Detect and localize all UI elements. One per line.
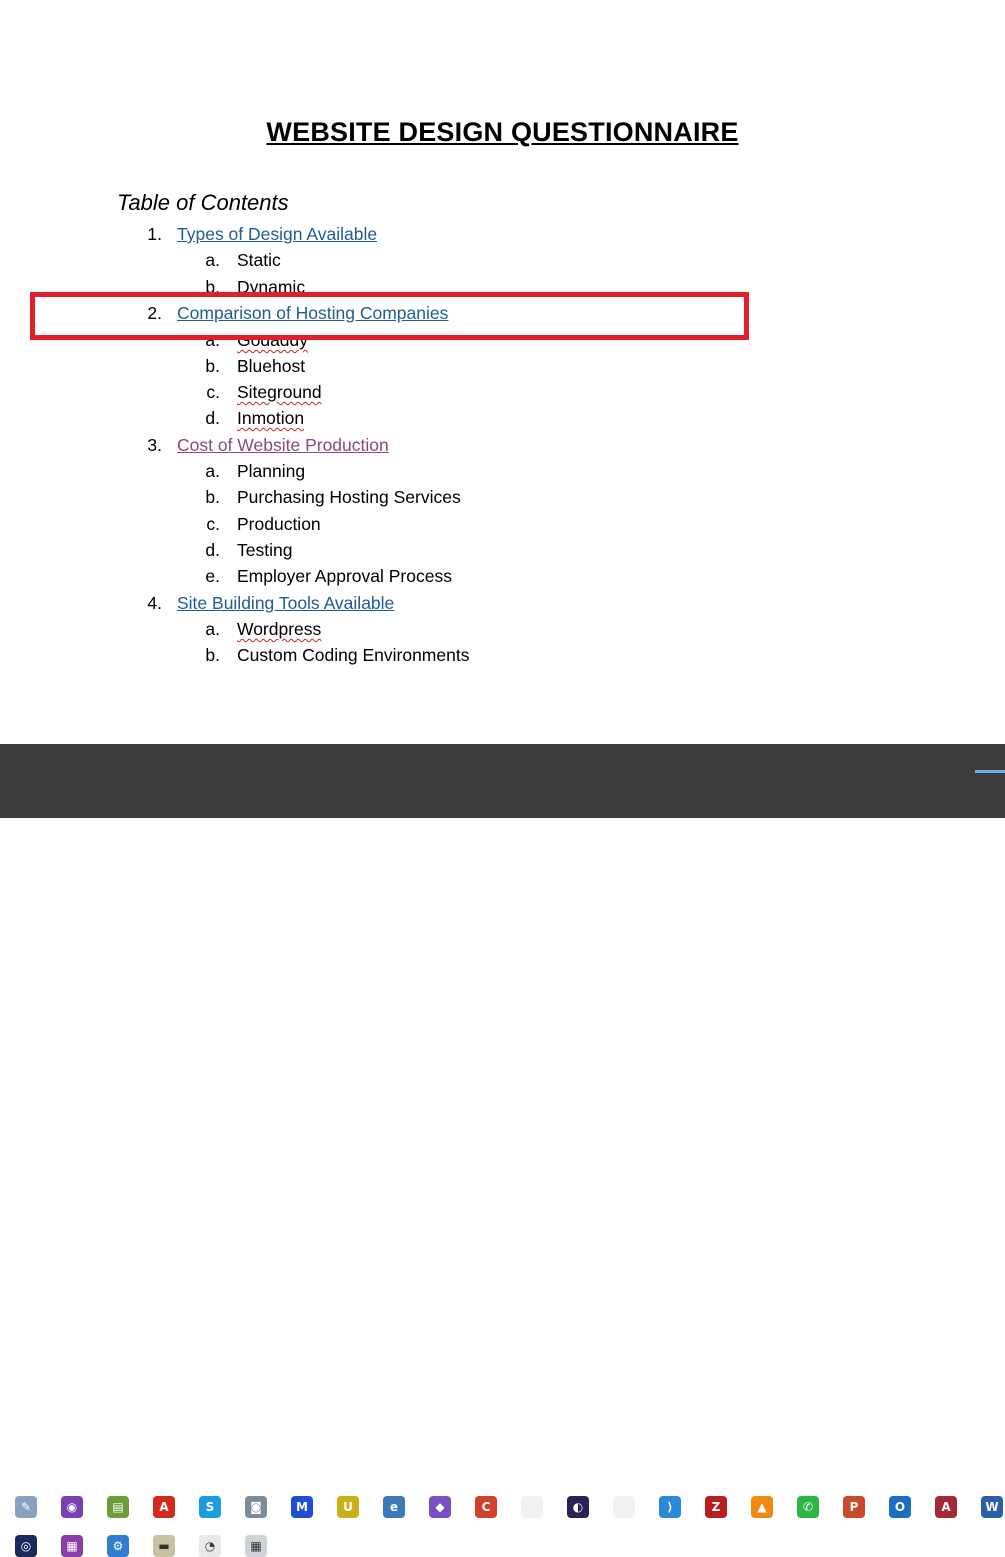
tor-browser-icon-glyph: ◉ [66, 1500, 78, 1514]
calculator-icon-glyph: ▦ [250, 1539, 262, 1553]
photoshop-icon-glyph: ◎ [20, 1539, 32, 1553]
toc-subitem-label: Custom Coding Environments [237, 645, 470, 665]
malwarebytes-icon-glyph: M [296, 1500, 308, 1514]
vscode-icon-glyph: ⟩ [667, 1500, 673, 1514]
document-page: WEBSITE DESIGN QUESTIONNAIRE Table of Co… [0, 0, 1005, 744]
toc-subitem-letter: b. [205, 356, 220, 376]
toc-section-number: 1. [147, 224, 162, 244]
ccleaner-icon[interactable]: C [475, 1496, 497, 1518]
scanner-icon-glyph: ▬ [158, 1539, 170, 1553]
malwarebytes-icon[interactable]: M [291, 1496, 313, 1518]
acrobat-icon[interactable]: A [153, 1496, 175, 1518]
toc-subitem-label: Production [237, 514, 321, 534]
toc-section-number: 3. [147, 435, 162, 455]
toc-subitem-letter: a. [205, 619, 220, 639]
filezilla-icon-glyph: Z [711, 1500, 721, 1514]
toc-subitem-letter: d. [205, 540, 220, 560]
ultraedit-icon-glyph: U [343, 1500, 353, 1514]
outlook-icon[interactable]: O [889, 1496, 911, 1518]
paint-icon-glyph: ✎ [20, 1500, 32, 1514]
outlook-icon-glyph: O [894, 1500, 906, 1514]
browser-globe-icon[interactable]: e [383, 1496, 405, 1518]
document-title: WEBSITE DESIGN QUESTIONNAIRE [266, 117, 739, 147]
toc-section-link[interactable]: Cost of Website Production [177, 435, 389, 456]
network-icon[interactable]: ⚙ [107, 1535, 129, 1557]
toc-subitem-letter: b. [205, 487, 220, 507]
scanner-icon[interactable]: ▬ [153, 1535, 175, 1557]
toc-section-number: 4. [147, 593, 162, 613]
browser-globe-icon-glyph: e [389, 1500, 399, 1514]
ultraedit-icon[interactable]: U [337, 1496, 359, 1518]
toc-subitem-label: Inmotion [237, 408, 305, 428]
toc-subitem-letter: b. [205, 645, 220, 665]
skype-icon[interactable]: S [199, 1496, 221, 1518]
toc-subitem-letter: a. [205, 461, 220, 481]
whatsapp-icon-glyph: ✆ [802, 1500, 814, 1514]
vscode-icon[interactable]: ⟩ [659, 1496, 681, 1518]
visual-studio-icon-glyph: ◆ [435, 1500, 445, 1514]
toc-section-link[interactable]: Site Building Tools Available [177, 593, 394, 614]
camera-icon[interactable]: ◙ [245, 1496, 267, 1518]
calculator-icon[interactable]: ▦ [245, 1535, 267, 1557]
toc-subitem-label: Purchasing Hosting Services [237, 487, 461, 507]
toc-subitem-letter: e. [205, 566, 220, 586]
powerpoint-icon-glyph: P [849, 1500, 859, 1514]
photoshop-icon[interactable]: ◎ [15, 1535, 37, 1557]
paint-icon[interactable]: ✎ [15, 1496, 37, 1518]
visual-studio-icon[interactable]: ◆ [429, 1496, 451, 1518]
clock-icon-glyph: ◔ [204, 1539, 216, 1553]
notepad-chart-icon[interactable]: ▤ [107, 1496, 129, 1518]
eclipse-icon[interactable]: ◐ [567, 1496, 589, 1518]
toc-subitem-letter: d. [205, 408, 220, 428]
filezilla-icon[interactable]: Z [705, 1496, 727, 1518]
toc-subitem-label: Testing [237, 540, 293, 560]
toc-subitem-label: Employer Approval Process [237, 566, 452, 586]
camera-icon-glyph: ◙ [250, 1500, 262, 1514]
tor-browser-icon[interactable]: ◉ [61, 1496, 83, 1518]
toc-section-link[interactable]: Types of Design Available [177, 224, 377, 245]
word-icon[interactable]: W [981, 1496, 1003, 1518]
clock-icon[interactable]: ◔ [199, 1535, 221, 1557]
word-icon-glyph: W [985, 1500, 999, 1514]
toc-subitem-label: Planning [237, 461, 306, 481]
ccleaner-icon-glyph: C [481, 1500, 491, 1514]
vlc-icon[interactable]: ▲ [751, 1496, 773, 1518]
toc-subitem-label: Static [237, 250, 281, 270]
blank-file-icon-2[interactable] [613, 1496, 635, 1518]
toc-subitem-letter: c. [206, 514, 220, 534]
access-icon-glyph: A [941, 1500, 951, 1514]
toc-section-number: 2. [147, 303, 162, 323]
toc-subitem-label: Bluehost [237, 356, 306, 376]
winrar-icon-glyph: ▦ [66, 1539, 78, 1553]
acrobat-icon-glyph: A [159, 1500, 169, 1514]
eclipse-icon-glyph: ◐ [572, 1500, 584, 1514]
toc-subitem-letter: c. [206, 382, 220, 402]
taskbar: ✎ ◉ ▤ A S ◙ M Ue ◆ C ◐ ⟩ Z ▲ ✆ P O A W ◎ ▦ ⚙ ▬ ◔ ▦ [0, 744, 1005, 1557]
access-icon[interactable]: A [935, 1496, 957, 1518]
vlc-icon-glyph: ▲ [757, 1500, 767, 1514]
toc-subitem-letter: a. [205, 250, 220, 270]
toc-subitem-label: Siteground [237, 382, 322, 402]
whatsapp-icon[interactable]: ✆ [797, 1496, 819, 1518]
powerpoint-icon[interactable]: P [843, 1496, 865, 1518]
active-app-indicator [975, 770, 1005, 773]
skype-icon-glyph: S [205, 1500, 215, 1514]
network-icon-glyph: ⚙ [112, 1539, 124, 1553]
blank-file-icon[interactable] [521, 1496, 543, 1518]
toc-subitem-label: Wordpress [237, 619, 322, 639]
toc-section-link[interactable]: Comparison of Hosting Companies [177, 303, 448, 324]
winrar-icon[interactable]: ▦ [61, 1535, 83, 1557]
toc-heading: Table of Contents [117, 190, 289, 215]
notepad-chart-icon-glyph: ▤ [112, 1500, 124, 1514]
